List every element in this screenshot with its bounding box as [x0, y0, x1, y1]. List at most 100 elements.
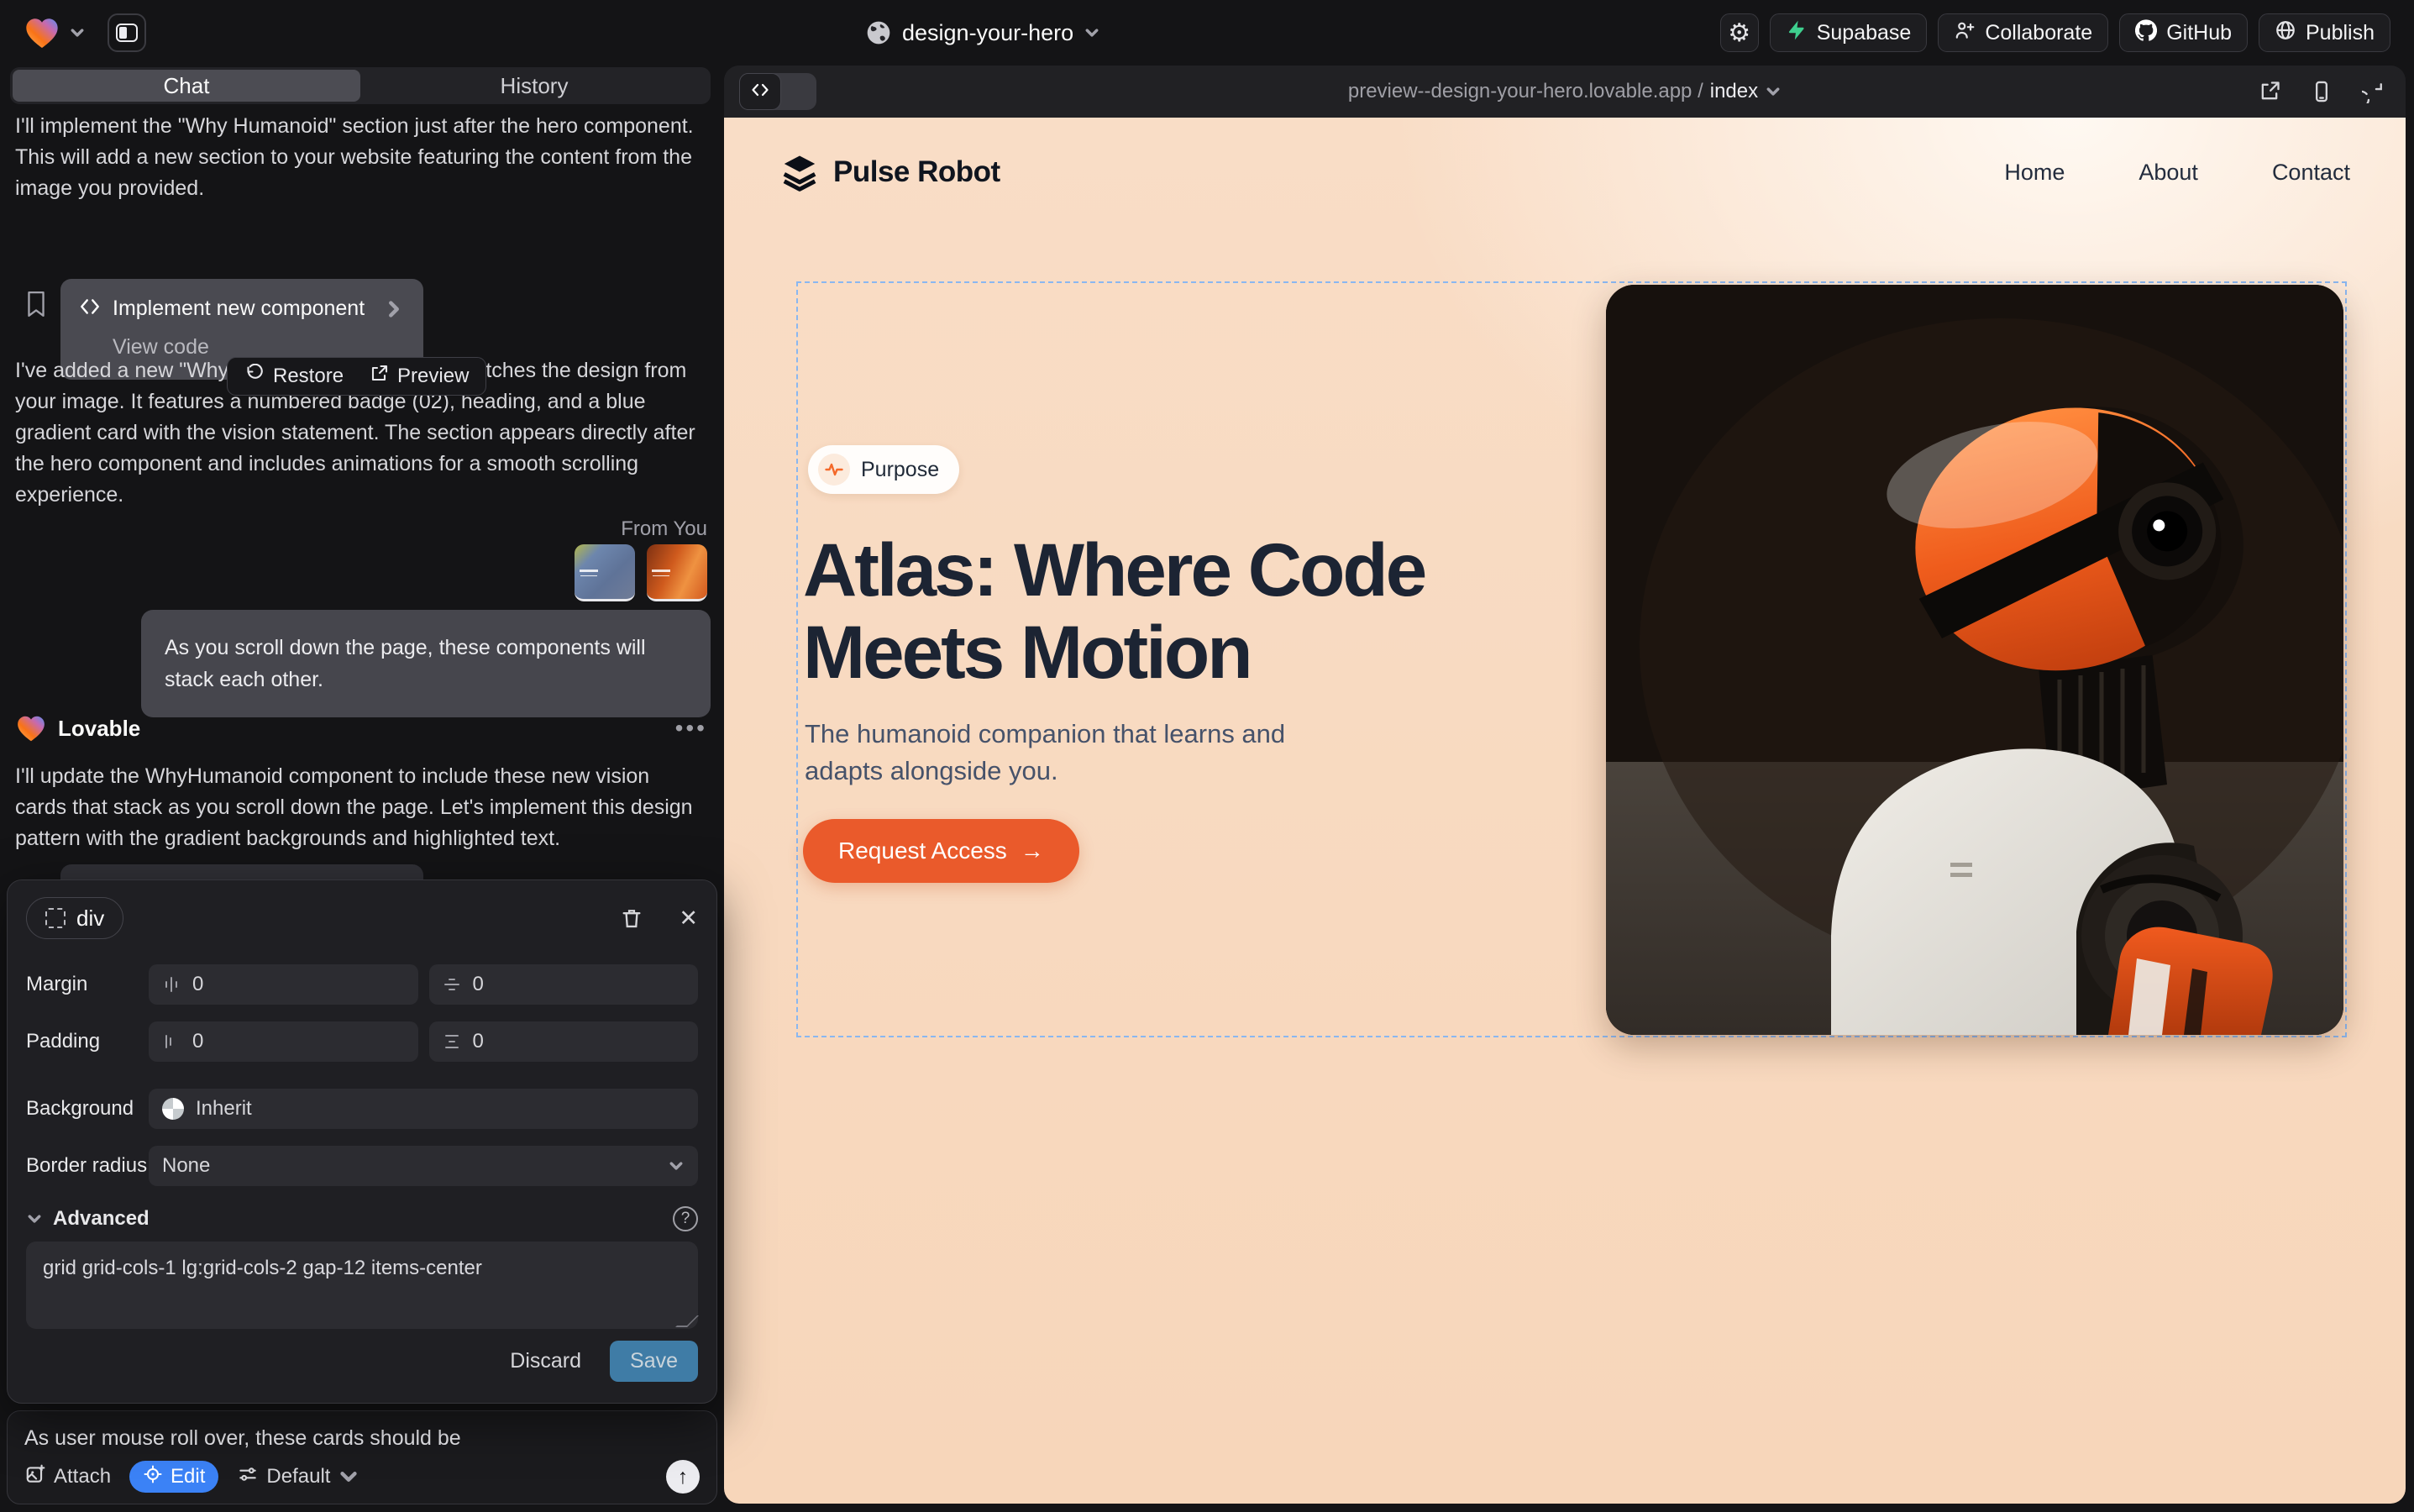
margin-y-input[interactable]: 0 [429, 964, 699, 1005]
thumbnail-text-marks [580, 570, 598, 572]
preview-toolbar: preview--design-your-hero.lovable.app / … [724, 66, 2406, 118]
composer-draft-text[interactable]: As user mouse roll over, these cards sho… [24, 1426, 700, 1451]
pulse-icon [818, 454, 850, 486]
delete-element-button[interactable] [620, 906, 643, 930]
selected-element-chip[interactable]: div [26, 897, 123, 939]
chevron-down-icon [338, 1466, 359, 1488]
attachment-thumbnail[interactable] [647, 544, 707, 601]
preview-url-breadcrumb[interactable]: preview--design-your-hero.lovable.app / … [1348, 80, 1782, 103]
background-label: Background [26, 1097, 149, 1121]
request-access-button[interactable]: Request Access → [803, 819, 1079, 883]
code-view-toggle[interactable] [739, 73, 816, 110]
refresh-icon [2362, 80, 2385, 103]
close-icon: ✕ [679, 906, 698, 932]
project-switcher[interactable]: design-your-hero [865, 0, 1100, 66]
padding-row: Padding 0 0 [26, 1021, 698, 1062]
padding-y-input[interactable]: 0 [429, 1021, 699, 1062]
chevron-right-icon [383, 298, 405, 320]
margin-label: Margin [26, 973, 149, 996]
component-card-title: Implement new component [113, 297, 371, 321]
tab-chat[interactable]: Chat [13, 70, 360, 102]
refresh-button[interactable] [2362, 80, 2385, 103]
tab-history[interactable]: History [360, 70, 708, 102]
nav-link-home[interactable]: Home [2004, 160, 2065, 186]
target-icon [143, 1464, 163, 1490]
hero-heading: Atlas: Where Code Meets Motion [803, 529, 1517, 694]
open-in-new-tab-button[interactable] [2258, 80, 2281, 103]
background-input[interactable]: Inherit [149, 1089, 698, 1129]
margin-x-input[interactable]: 0 [149, 964, 418, 1005]
save-button[interactable]: Save [610, 1341, 698, 1382]
help-icon[interactable]: ? [673, 1206, 698, 1231]
sidebar-panel-icon [116, 24, 138, 42]
sliders-icon [237, 1463, 259, 1491]
message-menu-button[interactable]: ••• [675, 715, 707, 742]
publish-button[interactable]: Publish [2259, 13, 2390, 52]
preview-panel: preview--design-your-hero.lovable.app / … [724, 66, 2406, 1504]
transparency-swatch-icon [162, 1098, 184, 1120]
bookmark-icon[interactable] [25, 291, 47, 322]
project-name: design-your-hero [902, 20, 1073, 46]
phone-icon [2310, 80, 2333, 103]
gear-icon: ⚙ [1728, 18, 1750, 48]
hero-badge: Purpose [808, 445, 959, 494]
github-icon [2135, 19, 2157, 47]
preview-url-page: index [1710, 80, 1758, 103]
background-row: Background Inherit [26, 1089, 698, 1129]
assistant-message: I'll update the WhyHumanoid component to… [15, 761, 697, 854]
site-nav: Home About Contact [2004, 160, 2350, 186]
chevron-down-icon [69, 24, 86, 41]
advanced-classes-textarea[interactable]: grid grid-cols-1 lg:grid-cols-2 gap-12 i… [26, 1242, 698, 1329]
github-button[interactable]: GitHub [2119, 13, 2248, 52]
mobile-view-button[interactable] [2310, 80, 2333, 103]
preview-url-host: preview--design-your-hero.lovable.app / [1348, 80, 1703, 103]
element-tag: div [76, 906, 104, 932]
advanced-section-header[interactable]: Advanced ? [26, 1206, 698, 1231]
element-inspector-panel: div ✕ Margin 0 0 Padd [7, 879, 717, 1404]
nav-link-about[interactable]: About [2138, 160, 2198, 186]
supabase-button[interactable]: Supabase [1770, 13, 1928, 52]
arrow-up-icon: ↑ [678, 1465, 689, 1489]
chat-composer[interactable]: As user mouse roll over, these cards sho… [7, 1410, 717, 1504]
version-actions-bar: Restore Preview [227, 357, 486, 396]
hero-badge-label: Purpose [861, 458, 939, 482]
robot-hero-image [1606, 285, 2343, 1035]
assistant-header-row: Lovable ••• [15, 714, 707, 743]
site-brand[interactable]: Pulse Robot [779, 153, 1000, 192]
assistant-name: Lovable [58, 716, 140, 742]
supabase-bolt-icon [1786, 19, 1808, 47]
external-link-icon [2258, 80, 2281, 103]
attach-button[interactable]: Attach [24, 1463, 111, 1491]
site-brand-name: Pulse Robot [833, 155, 1000, 189]
attachment-thumbnail[interactable] [575, 544, 635, 601]
publish-globe-icon [2275, 19, 2296, 47]
advanced-label: Advanced [53, 1207, 150, 1231]
padding-horizontal-icon [162, 1032, 181, 1051]
preview-button[interactable]: Preview [369, 364, 469, 390]
border-radius-label: Border radius [26, 1154, 149, 1178]
chat-panel: Chat History I'll implement the "Why Hum… [0, 66, 724, 1512]
nav-link-contact[interactable]: Contact [2272, 160, 2350, 186]
app-topbar: design-your-hero ⚙ Supabase Collaborate … [0, 0, 2414, 66]
discard-button[interactable]: Discard [510, 1349, 581, 1373]
dashed-element-icon [45, 908, 66, 928]
border-radius-row: Border radius None [26, 1146, 698, 1186]
lovable-menu-button[interactable] [24, 16, 86, 50]
restore-button[interactable]: Restore [244, 364, 344, 390]
close-inspector-button[interactable]: ✕ [679, 906, 698, 932]
settings-button[interactable]: ⚙ [1720, 13, 1759, 52]
from-you-label: From You [621, 517, 707, 541]
collaborate-button[interactable]: Collaborate [1938, 13, 2108, 52]
sidebar-toggle-button[interactable] [108, 13, 146, 52]
project-globe-icon [865, 19, 892, 46]
chevron-down-icon [1765, 83, 1782, 100]
edit-mode-pill[interactable]: Edit [129, 1461, 218, 1493]
send-button[interactable]: ↑ [666, 1460, 700, 1494]
chevron-down-icon [668, 1158, 685, 1174]
mode-selector[interactable]: Default [237, 1463, 359, 1491]
hero-subtitle: The humanoid companion that learns and a… [805, 716, 1359, 790]
border-radius-select[interactable]: None [149, 1146, 698, 1186]
assistant-message: I'll implement the "Why Humanoid" sectio… [15, 111, 697, 204]
padding-x-input[interactable]: 0 [149, 1021, 418, 1062]
padding-label: Padding [26, 1030, 149, 1053]
